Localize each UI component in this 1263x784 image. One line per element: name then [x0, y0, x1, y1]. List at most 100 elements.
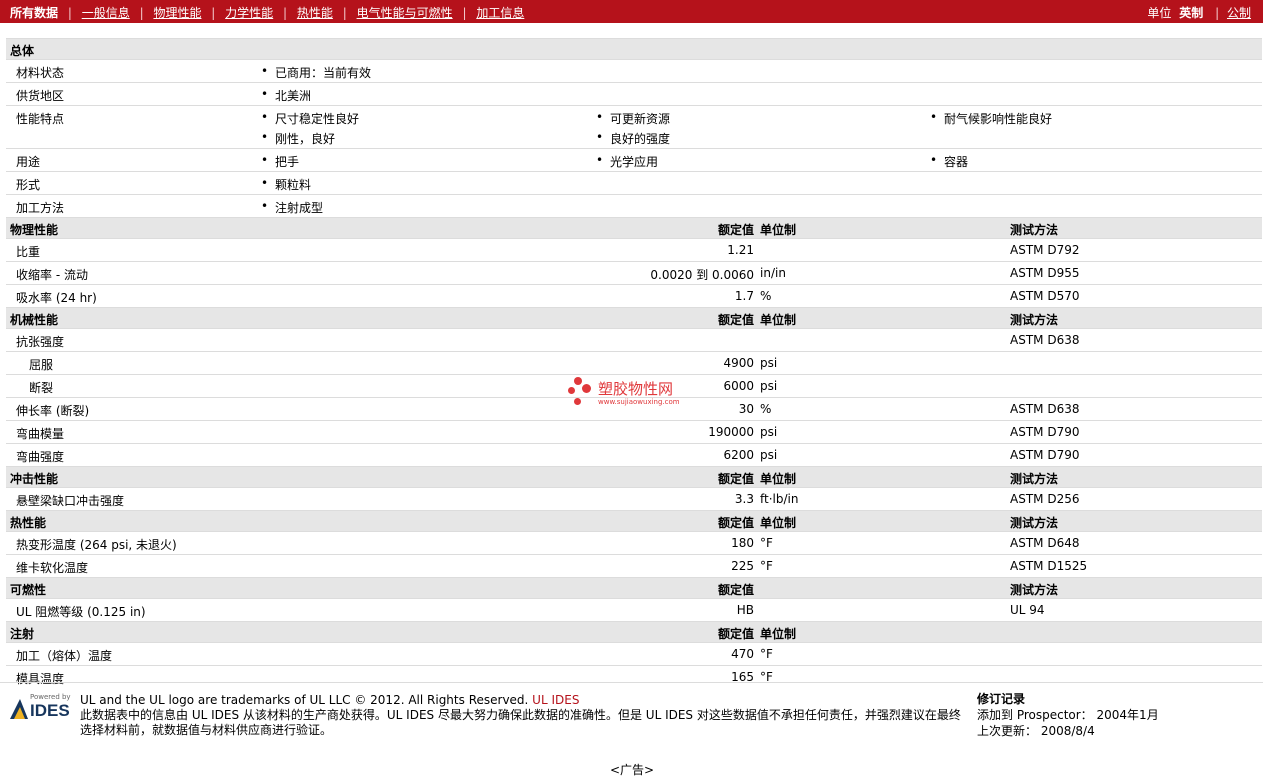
header-unit: 单位制: [760, 472, 797, 486]
property-test-method: ASTM D648: [1010, 536, 1080, 550]
section-header: 热性能 额定值 单位制 测试方法: [6, 510, 1262, 531]
property-test-method: UL 94: [1010, 603, 1045, 617]
general-row: 性能特点 尺寸稳定性良好 可更新资源 耐气候影响性能良好刚性，良好 良好的强度: [6, 105, 1262, 148]
section-header-general: 总体: [6, 38, 1262, 59]
property-unit: %: [760, 289, 772, 303]
general-row-label: 加工方法: [16, 201, 65, 215]
header-test: 测试方法: [1010, 472, 1059, 486]
general-item: 良好的强度: [596, 130, 670, 147]
property-label: 弯曲强度: [16, 450, 65, 464]
general-row: 材料状态 已商用：当前有效: [6, 59, 1262, 82]
section-nav: 所有数据 | 一般信息 | 物理性能 | 力学性能 | 热性能 | 电气性能与可…: [10, 4, 524, 21]
table-row: 加工（熔体）温度 470 °F: [6, 642, 1262, 665]
nav-separator: |: [139, 6, 144, 20]
nav-physical[interactable]: 物理性能: [153, 6, 201, 20]
property-label: 抗张强度: [16, 335, 65, 349]
unit-switcher: 单位 英制 | 公制: [1147, 4, 1251, 21]
watermark-dot-icon: [574, 377, 582, 385]
watermark: 塑胶物性网 www.sujiaowuxing.com: [568, 376, 708, 412]
property-test-method: ASTM D790: [1010, 425, 1080, 439]
property-unit: °F: [760, 647, 773, 661]
updated-label: 上次更新：: [977, 724, 1038, 738]
table-row: 屈服 4900 psi: [6, 351, 1262, 374]
header-value: 额定值: [717, 627, 754, 641]
header-value: 额定值: [717, 223, 754, 237]
general-item: 颗粒料: [261, 176, 311, 193]
header-unit: 单位制: [760, 516, 797, 530]
property-value: 30: [738, 402, 754, 416]
section-header: 注射 额定值 单位制: [6, 621, 1262, 642]
nav-thermal[interactable]: 热性能: [297, 6, 333, 20]
unit-metric-link[interactable]: 公制: [1227, 6, 1251, 20]
property-label: 断裂: [29, 381, 54, 395]
added-label: 添加到 Prospector：: [977, 708, 1093, 722]
ides-logo: Powered by IDES: [8, 693, 72, 721]
header-test: 测试方法: [1010, 516, 1059, 530]
property-value: 3.3: [734, 492, 754, 506]
property-label: 热变形温度 (264 psi, 未退火): [16, 538, 177, 552]
nav-all-data[interactable]: 所有数据: [10, 6, 58, 20]
property-label: 维卡软化温度: [16, 561, 89, 575]
property-test-method: ASTM D256: [1010, 492, 1080, 506]
section-title: 总体: [10, 44, 35, 58]
general-row: 加工方法 注射成型: [6, 194, 1262, 217]
property-test-method: ASTM D638: [1010, 402, 1080, 416]
header-value: 额定值: [717, 583, 754, 597]
general-item: 尺寸稳定性良好: [261, 110, 359, 127]
header-unit: 单位制: [760, 223, 797, 237]
table-row: 收缩率 - 流动 0.0020 到 0.0060 in/in ASTM D955: [6, 261, 1262, 284]
general-row: 供货地区 北美洲: [6, 82, 1262, 105]
footer-disclaimer-text: 此数据表中的信息由 UL IDES 从该材料的生产商处获得。UL IDES 尽最…: [80, 708, 961, 737]
property-value: 6200: [723, 448, 754, 462]
property-test-method: ASTM D1525: [1010, 559, 1088, 573]
general-item: 可更新资源: [596, 110, 670, 127]
property-unit: ft·lb/in: [760, 492, 799, 506]
watermark-text: 塑胶物性网: [598, 380, 674, 398]
property-unit: psi: [760, 425, 778, 439]
revision-title: 修订记录: [977, 692, 1026, 706]
ad-placeholder[interactable]: <广告>: [610, 761, 654, 778]
nav-electrical[interactable]: 电气性能与可燃性: [357, 6, 453, 20]
header-test: 测试方法: [1010, 313, 1059, 327]
header-unit: 单位制: [760, 627, 797, 641]
section-header: 可燃性 额定值 测试方法: [6, 577, 1262, 598]
nav-separator: |: [67, 6, 72, 20]
datasheet-table: 总体材料状态 已商用：当前有效供货地区 北美洲性能特点 尺寸稳定性良好 可更新资源 耐气候…: [6, 38, 1262, 688]
table-row: 弯曲强度 6200 psi ASTM D790: [6, 443, 1262, 466]
general-item: 已商用：当前有效: [261, 64, 371, 81]
nav-separator: |: [342, 6, 347, 20]
section-header: 冲击性能 额定值 单位制 测试方法: [6, 466, 1262, 487]
general-row: 用途 把手 光学应用 容器: [6, 148, 1262, 171]
watermark-dot-icon: [582, 384, 591, 393]
section-title: 注射: [10, 627, 35, 641]
property-label: 屈服: [29, 358, 54, 372]
nav-mechanical[interactable]: 力学性能: [225, 6, 273, 20]
table-row: 弯曲模量 190000 psi ASTM D790: [6, 420, 1262, 443]
table-row: UL 阻燃等级 (0.125 in) HB UL 94: [6, 598, 1262, 621]
property-value: 225: [731, 559, 754, 573]
property-value: 1.21: [727, 243, 754, 257]
section-title: 物理性能: [10, 223, 59, 237]
header-value: 额定值: [717, 516, 754, 530]
general-row: 形式 颗粒料: [6, 171, 1262, 194]
nav-separator: |: [1215, 6, 1220, 20]
table-row: 悬壁梁缺口冲击强度 3.3 ft·lb/in ASTM D256: [6, 487, 1262, 510]
property-value: 4900: [723, 356, 754, 370]
general-item: 光学应用: [596, 153, 658, 170]
section-title: 热性能: [10, 516, 47, 530]
general-item: 耐气候影响性能良好: [930, 110, 1052, 127]
nav-processing[interactable]: 加工信息: [476, 6, 524, 20]
property-unit: °F: [760, 536, 773, 550]
property-value: HB: [736, 603, 754, 617]
general-item: 刚性，良好: [261, 130, 335, 147]
logo-powered-by: Powered by: [30, 693, 71, 701]
general-item: 把手: [261, 153, 299, 170]
nav-general-info[interactable]: 一般信息: [82, 6, 130, 20]
header-value: 额定值: [717, 313, 754, 327]
unit-imperial[interactable]: 英制: [1179, 6, 1203, 20]
ul-ides-link[interactable]: UL IDES: [532, 693, 579, 707]
property-label: 比重: [16, 245, 41, 259]
nav-separator: |: [283, 6, 288, 20]
general-row-label: 形式: [16, 178, 41, 192]
table-row: 抗张强度 ASTM D638: [6, 328, 1262, 351]
